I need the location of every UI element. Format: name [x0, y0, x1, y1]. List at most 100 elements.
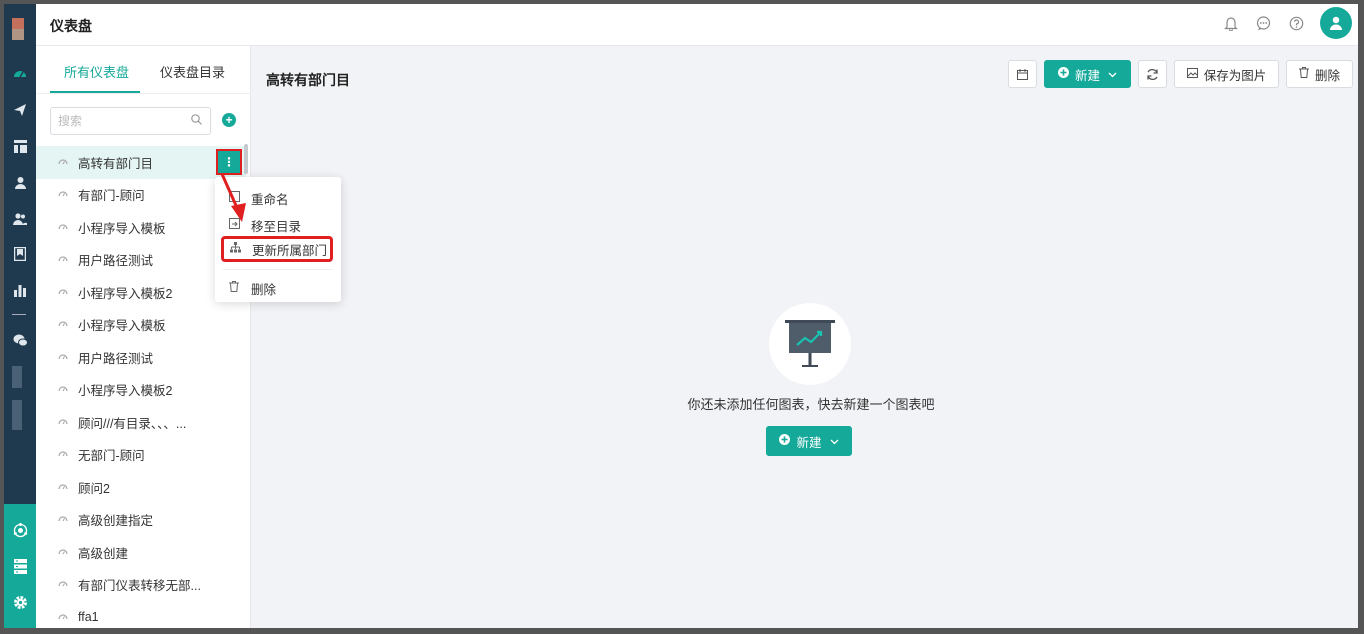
- bell-icon[interactable]: [1222, 14, 1240, 32]
- wechat-icon[interactable]: [4, 330, 36, 350]
- user-avatar-icon[interactable]: [1320, 7, 1352, 39]
- app-window: 仪表盘 所有仪表盘 仪表盘目录 + 高转有部门目⋮ 有部门-顾问小程序导入模板用户…: [4, 4, 1358, 628]
- dashboard-list-item-label: 有部门仪表转移无部...: [78, 579, 201, 594]
- empty-state-new-button[interactable]: 新建: [766, 426, 852, 456]
- dashboard-list-item-label: 小程序导入模板2: [78, 384, 173, 399]
- empty-state-illustration: [769, 303, 851, 385]
- empty-state-message: 你还未添加任何图表，快去新建一个图表吧: [687, 397, 935, 412]
- dashboard-gauge-icon: [58, 449, 70, 460]
- dashboard-list-item[interactable]: 无部门-顾问: [36, 439, 246, 472]
- bookmark-icon[interactable]: [4, 244, 36, 264]
- tab-dashboard-directory[interactable]: 仪表盘目录: [160, 62, 225, 81]
- dashboard-gauge-icon: [58, 319, 70, 330]
- dashboard-list-item-label: 用户路径测试: [78, 351, 154, 366]
- dashboard-list-item-label: 顾问///有目录、、、...: [78, 416, 187, 431]
- dashboard-gauge-icon: [58, 352, 70, 363]
- dashboard-list-item[interactable]: 有部门仪表转移无部...: [36, 569, 246, 602]
- dashboard-list-item-label: 高转有部门目: [78, 156, 154, 171]
- bar-chart-icon[interactable]: [4, 280, 36, 300]
- dashboard-list-item-label: 小程序导入模板: [78, 221, 166, 236]
- top-header: 仪表盘: [36, 4, 1358, 46]
- tab-all-dashboards[interactable]: 所有仪表盘: [64, 62, 129, 81]
- chevron-down-icon: [830, 434, 839, 448]
- delete-dashboard-label: 删除: [1314, 68, 1340, 83]
- dashboard-list-item[interactable]: 小程序导入模板2: [36, 374, 246, 407]
- search-icon[interactable]: [191, 114, 202, 128]
- dashboard-gauge-icon: [58, 189, 70, 200]
- save-as-image-label: 保存为图片: [1203, 68, 1267, 83]
- presentation-chart-icon: [785, 320, 835, 367]
- user-icon[interactable]: [4, 172, 36, 192]
- dashboard-list-item[interactable]: 高级创建: [36, 536, 246, 569]
- add-dashboard-icon[interactable]: +: [222, 113, 236, 127]
- dashboard-list-item[interactable]: 顾问2: [36, 471, 246, 504]
- refresh-button[interactable]: [1138, 60, 1167, 88]
- dashboard-gauge-icon: [58, 417, 70, 428]
- plus-circle-icon: [779, 434, 791, 448]
- layout-icon[interactable]: [4, 136, 36, 156]
- rail-placeholder: [12, 366, 22, 388]
- dashboard-list-item[interactable]: 小程序导入模板: [36, 309, 246, 342]
- send-icon[interactable]: [4, 100, 36, 120]
- dashboard-list-item-label: 顾问2: [78, 481, 110, 496]
- dashboard-list-item-label: 小程序导入模板2: [78, 286, 173, 301]
- calendar-icon: [1017, 68, 1028, 80]
- dashboard-sidebar: 所有仪表盘 仪表盘目录 + 高转有部门目⋮ 有部门-顾问小程序导入模板用户路径测试…: [36, 46, 251, 628]
- left-rail: [4, 4, 36, 628]
- dashboard-title: 高转有部门目: [266, 72, 350, 88]
- dashboard-list-item[interactable]: 用户路径测试: [36, 341, 246, 374]
- calendar-button[interactable]: [1008, 60, 1037, 88]
- new-chart-button[interactable]: 新建: [1044, 60, 1131, 88]
- dashboard-list-item[interactable]: 高转有部门目 ⋮: [36, 146, 246, 179]
- dashboard-gauge-icon: [58, 287, 70, 298]
- dashboard-gauge-icon: [58, 482, 70, 493]
- dashboard-gauge-icon: [58, 222, 70, 233]
- dashboard-list-item-label: 无部门-顾问: [78, 449, 145, 464]
- dashboard-list-item[interactable]: 顾问///有目录、、、...: [36, 406, 246, 439]
- dashboard-gauge-icon: [58, 254, 70, 265]
- dashboard-gauge-icon: [58, 384, 70, 395]
- active-tab-indicator: [50, 91, 140, 93]
- network-icon[interactable]: [4, 520, 36, 540]
- dashboard-gauge-icon: [58, 547, 70, 558]
- image-icon: [1186, 67, 1198, 81]
- search-box: [50, 107, 211, 135]
- dashboard-list-item[interactable]: 高级创建指定: [36, 504, 246, 537]
- refresh-icon: [1147, 68, 1158, 80]
- dashboard-list-item[interactable]: ffa1: [36, 601, 246, 628]
- trash-icon: [1298, 67, 1309, 81]
- dashboard-gauge-icon: [58, 514, 70, 525]
- rail-bottom-group: [4, 504, 36, 628]
- rail-placeholder: [12, 400, 22, 430]
- dashboard-gauge-icon: [58, 612, 70, 623]
- trash-icon: [229, 281, 243, 295]
- dashboard-gauge-icon: [58, 157, 70, 168]
- server-icon[interactable]: [4, 556, 36, 576]
- help-icon[interactable]: [1287, 14, 1305, 32]
- dashboard-gauge-icon: [58, 579, 70, 590]
- org-tree-icon: [230, 242, 244, 256]
- save-as-image-button[interactable]: 保存为图片: [1174, 60, 1279, 88]
- dashboard-list-item-label: 有部门-顾问: [78, 189, 145, 204]
- dashboard-icon[interactable]: [4, 64, 36, 84]
- dashboard-list-item-label: 小程序导入模板: [78, 319, 166, 334]
- search-input[interactable]: [51, 108, 181, 134]
- chat-icon[interactable]: [1254, 14, 1272, 32]
- dashboard-list-item-label: 用户路径测试: [78, 254, 154, 269]
- app-logo: [12, 18, 24, 40]
- dashboard-list-item-label: 高级创建: [78, 546, 129, 561]
- new-chart-label: 新建: [1074, 68, 1100, 83]
- empty-state-new-label: 新建: [796, 435, 822, 450]
- list-scrollbar[interactable]: [244, 144, 248, 174]
- users-icon[interactable]: [4, 208, 36, 228]
- sidebar-tabs: 所有仪表盘 仪表盘目录: [36, 46, 251, 94]
- page-title: 仪表盘: [50, 18, 92, 34]
- dashboard-list-item-label: 高级创建指定: [78, 514, 154, 529]
- plus-circle-icon: [1057, 67, 1069, 81]
- dashboard-main: 高转有部门目 新建 保存为图片 删除 你还未添加任何图表，快去新建一个图表吧 新…: [251, 46, 1358, 628]
- chevron-down-icon: [1108, 67, 1117, 81]
- delete-dashboard-button[interactable]: 删除: [1286, 60, 1353, 88]
- dashboard-list-item-label: ffa1: [78, 610, 99, 625]
- gear-icon[interactable]: [4, 592, 36, 612]
- rail-divider: [12, 314, 26, 315]
